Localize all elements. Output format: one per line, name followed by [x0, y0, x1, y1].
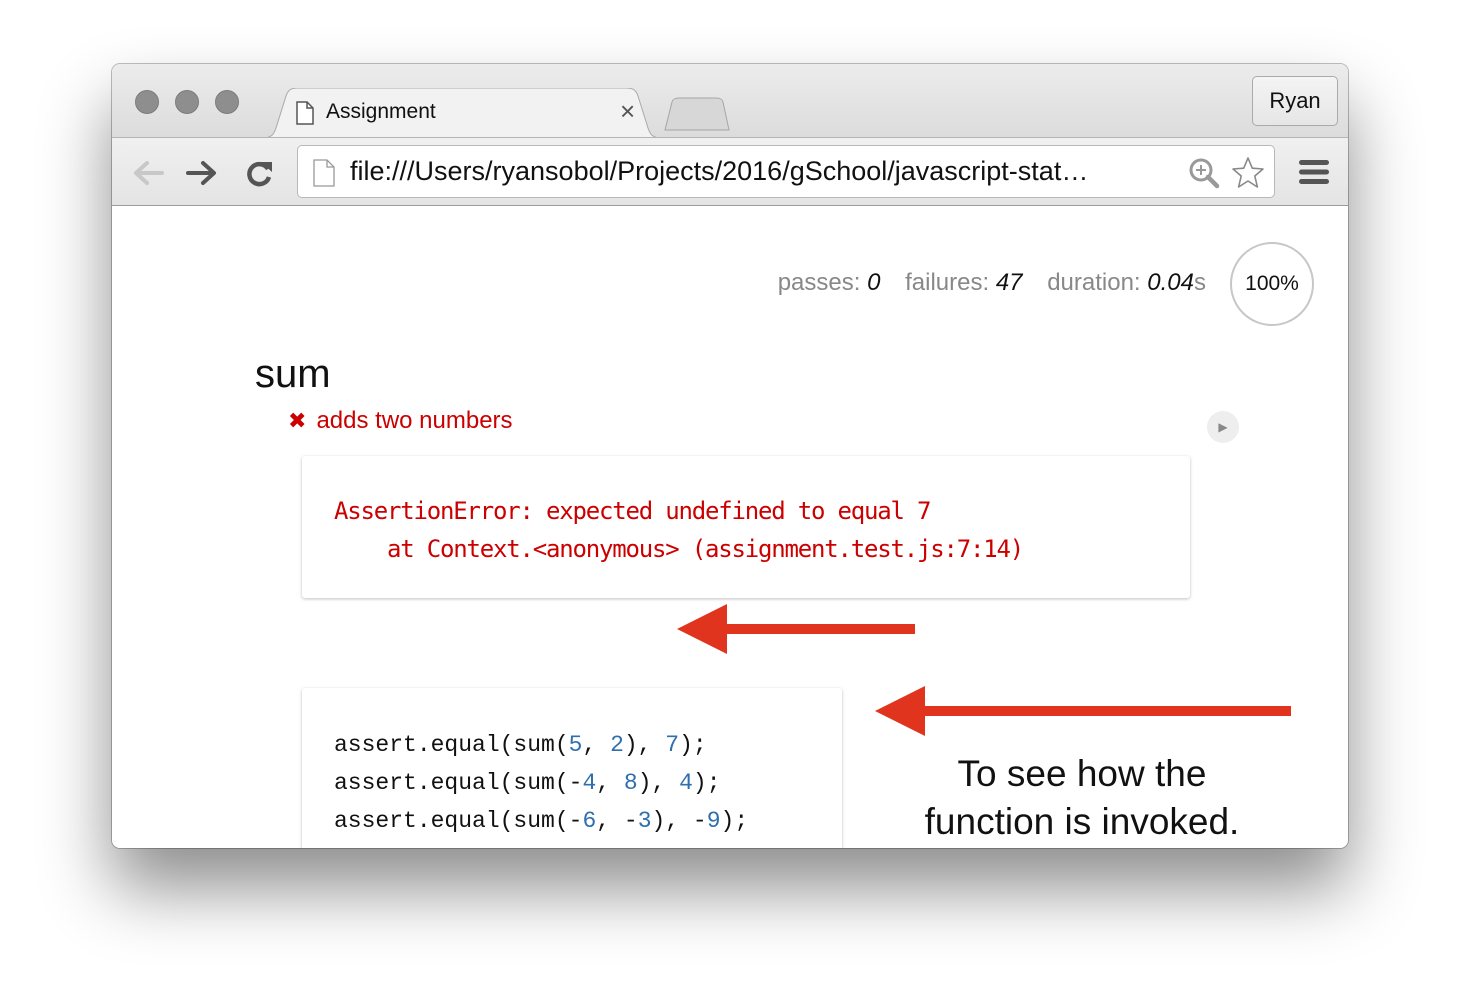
new-tab-button[interactable] [664, 97, 730, 131]
reload-icon[interactable] [242, 158, 278, 188]
test-title-link[interactable]: ✖ adds two numbers [288, 407, 513, 435]
code-text: assert.equal(sum(- [334, 808, 583, 834]
error-line: at Context.<anonymous> (assignment.test.… [334, 535, 1024, 563]
zoom-window-button[interactable] [215, 90, 239, 114]
hamburger-icon[interactable] [1298, 158, 1330, 186]
arrow-right-icon[interactable] [184, 158, 220, 188]
tab-shape [262, 88, 662, 138]
code-text: , [596, 770, 624, 796]
profile-button[interactable]: Ryan [1252, 76, 1338, 126]
annotation-invoked-line1: To see how the [957, 753, 1207, 794]
page-content: passes: 0 failures: 47 duration: 0.04s 1… [112, 206, 1348, 848]
code-number: 5 [568, 732, 583, 758]
annotation-arrow-click [677, 604, 915, 654]
duration-value: 0.04 [1147, 269, 1194, 296]
toolbar: file:///Users/ryansobol/Projects/2016/gS… [112, 137, 1348, 206]
minimize-window-button[interactable] [175, 90, 199, 114]
failures-count: 47 [995, 269, 1023, 296]
code-text: ), [637, 770, 680, 796]
code-line: assert.equal(sum(-6, -3), -9); [334, 802, 748, 840]
url-text[interactable]: file:///Users/ryansobol/Projects/2016/gS… [350, 156, 1180, 187]
error-line: AssertionError: expected undefined to eq… [334, 497, 931, 525]
code-number: 4 [582, 770, 597, 796]
close-window-button[interactable] [135, 90, 159, 114]
code-number: 2 [610, 732, 624, 758]
code-line: assert.equal(sum(5, 2), 7); [334, 726, 748, 764]
code-number: 3 [637, 808, 652, 834]
code-number: 6 [582, 808, 597, 834]
suite-title[interactable]: sum [255, 352, 331, 397]
passes-count: 0 [867, 269, 881, 296]
code-number: 9 [706, 808, 721, 834]
code-number: 8 [623, 770, 638, 796]
code-text: assert.equal(sum( [334, 732, 569, 758]
code-text: ), - [651, 808, 707, 834]
annotation-invoked: To see how the function is invoked. [892, 750, 1272, 846]
close-icon[interactable]: × [620, 96, 635, 126]
title-bar: Assignment × Ryan [112, 64, 1348, 138]
passes-label: passes: [777, 269, 861, 296]
error-message-box: AssertionError: expected undefined to eq… [302, 456, 1190, 598]
address-bar[interactable]: file:///Users/ryansobol/Projects/2016/gS… [297, 145, 1275, 198]
page-icon [296, 101, 314, 125]
arrow-left-icon[interactable] [130, 158, 166, 188]
duration-unit: s [1194, 269, 1206, 296]
duration-label: duration: [1047, 269, 1141, 296]
code-line: assert.equal(sum(-4, 8), 4); [334, 764, 748, 802]
error-message: AssertionError: expected undefined to eq… [334, 492, 1024, 568]
code-number: 4 [679, 770, 693, 796]
zoom-in-icon[interactable] [1188, 157, 1220, 189]
annotation-invoked-line2: function is invoked. [924, 801, 1240, 842]
code-text: , [582, 732, 611, 758]
code-text: ), [623, 732, 666, 758]
tab-title: Assignment [326, 100, 436, 123]
replay-test-button[interactable]: ▶ [1207, 411, 1239, 443]
test-code-box: assert.equal(sum(5, 2), 7); assert.equal(… [302, 688, 842, 848]
progress-indicator: 100% [1230, 242, 1314, 326]
browser-window: Assignment × Ryan file:///Users/ryansobo… [112, 64, 1348, 848]
tab-assignment[interactable]: Assignment × [262, 88, 662, 138]
page-icon [313, 159, 335, 187]
test-title[interactable]: adds two numbers [316, 407, 512, 434]
test-code: assert.equal(sum(5, 2), 7); assert.equal(… [334, 726, 748, 840]
annotation-arrow-invoked [875, 686, 1291, 736]
failures-label[interactable]: failures: [905, 269, 989, 296]
code-text: ); [692, 770, 721, 796]
code-text: assert.equal(sum(- [334, 770, 583, 796]
code-text: ); [679, 732, 707, 758]
code-text: ); [720, 808, 749, 834]
code-number: 7 [665, 732, 680, 758]
code-text: , - [596, 808, 638, 834]
fail-icon: ✖ [288, 408, 307, 433]
star-icon[interactable] [1230, 155, 1266, 191]
test-stats: passes: 0 failures: 47 duration: 0.04s [778, 269, 1206, 297]
